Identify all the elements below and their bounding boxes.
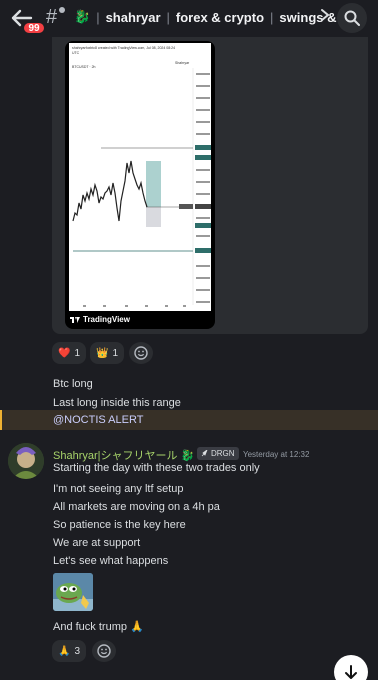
pepe-sticker-image[interactable] bbox=[53, 573, 93, 611]
message-text: Last long inside this range bbox=[53, 397, 181, 409]
unread-dot-icon bbox=[59, 7, 65, 13]
username[interactable]: Shahryar|シャフリヤール 🐉 bbox=[53, 447, 194, 463]
title-separator: | bbox=[270, 9, 274, 25]
reaction-count: 1 bbox=[74, 347, 81, 359]
avatar[interactable] bbox=[8, 443, 44, 479]
pray-icon: 🙏 bbox=[58, 645, 71, 657]
role-tag-label: DRGN bbox=[211, 449, 235, 458]
reaction-count: 3 bbox=[74, 645, 81, 657]
title-separator: | bbox=[96, 9, 100, 25]
message-text: And fuck trump 🙏 bbox=[53, 621, 144, 633]
message-text: Btc long bbox=[53, 378, 93, 390]
jump-to-bottom-button[interactable] bbox=[334, 655, 368, 680]
reaction-pray[interactable]: 🙏 3 bbox=[52, 640, 87, 662]
tradingview-brand: TradingView bbox=[83, 315, 130, 324]
chart-candles bbox=[72, 68, 211, 307]
message-text: So patience is the key here bbox=[53, 519, 186, 531]
tradingview-chart-image: shahryarfoxbtc8 created with TradingView… bbox=[69, 43, 211, 311]
role-tag: DRGN bbox=[197, 447, 239, 460]
title-part-server: shahryar bbox=[105, 9, 161, 25]
crown-icon: 👑 bbox=[96, 347, 109, 359]
server-emoji: 🐉 bbox=[74, 9, 91, 24]
title-part-category: forex & crypto bbox=[175, 9, 265, 25]
search-button[interactable] bbox=[337, 3, 367, 33]
message-text: Starting the day with these two trades o… bbox=[53, 462, 260, 474]
tradingview-logo: TradingView bbox=[70, 315, 130, 324]
add-reaction-button[interactable] bbox=[129, 342, 153, 364]
message-text: We are at support bbox=[53, 537, 141, 549]
heart-icon: ❤️ bbox=[58, 347, 71, 359]
message-text: I'm not seeing any ltf setup bbox=[53, 483, 184, 495]
message-timestamp: Yesterday at 12:32 bbox=[243, 450, 310, 459]
message-text: Let's see what happens bbox=[53, 555, 169, 567]
role-mention[interactable]: @NOCTIS ALERT bbox=[53, 414, 143, 426]
search-icon bbox=[344, 10, 360, 26]
chart-screenshot[interactable]: shahryarfoxbtc8 created with TradingView… bbox=[65, 41, 215, 329]
chevron-right-icon[interactable] bbox=[320, 8, 330, 25]
title-separator: | bbox=[166, 9, 170, 25]
add-reaction-icon bbox=[97, 644, 111, 658]
channel-title[interactable]: 🐉 | shahryar | forex & crypto | swings &… bbox=[74, 9, 351, 25]
tradingview-icon bbox=[70, 316, 80, 323]
rocket-icon bbox=[201, 450, 208, 457]
reaction-count: 1 bbox=[112, 347, 119, 359]
channel-hash-icon: # bbox=[46, 6, 58, 28]
unread-badge: 99 bbox=[22, 21, 46, 35]
message-text: All markets are moving on a 4h pa bbox=[53, 501, 220, 513]
channel-header: 99 # 🐉 | shahryar | forex & crypto | swi… bbox=[0, 0, 378, 37]
add-reaction-button[interactable] bbox=[92, 640, 116, 662]
add-reaction-icon bbox=[134, 346, 148, 360]
reaction-crown[interactable]: 👑 1 bbox=[90, 342, 125, 364]
reaction-heart[interactable]: ❤️ 1 bbox=[52, 342, 87, 364]
arrow-down-icon bbox=[345, 665, 357, 679]
